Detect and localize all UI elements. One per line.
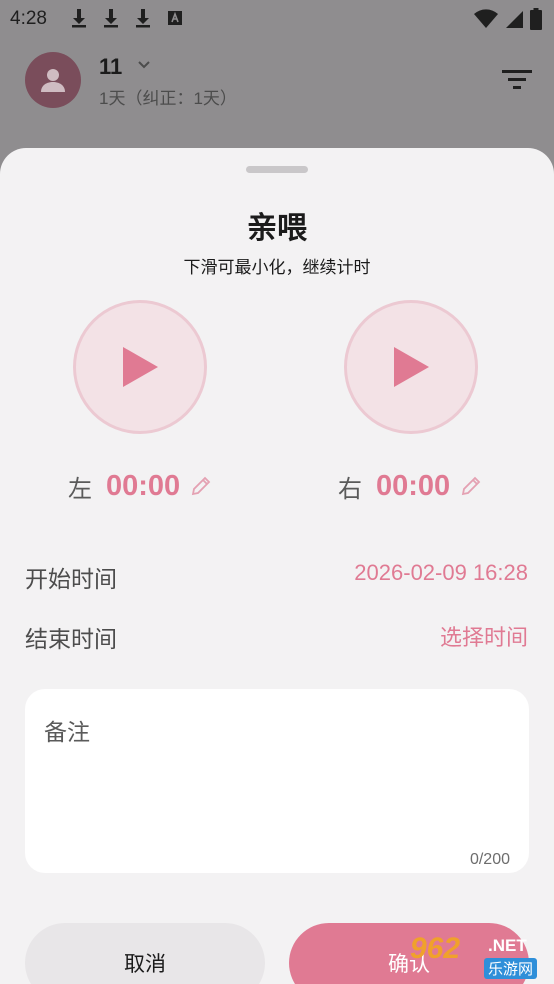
note-placeholder: 备注 <box>44 719 90 745</box>
right-timer: 00:00 <box>376 469 451 502</box>
left-play-button[interactable] <box>73 300 207 434</box>
watermark-number: 962 <box>410 932 461 965</box>
end-time-label: 结束时间 <box>25 626 117 652</box>
edit-icon[interactable] <box>460 475 482 497</box>
watermark-logo: 962 .NET 乐游网 <box>410 932 548 980</box>
left-timer: 00:00 <box>106 469 181 502</box>
chevron-down-icon[interactable] <box>137 60 151 70</box>
note-char-counter: 0/200 <box>469 851 510 868</box>
play-icon <box>123 347 158 387</box>
status-bar: 4:28 <box>0 0 554 38</box>
filter-icon[interactable] <box>502 68 532 92</box>
signal-icon <box>506 11 523 28</box>
watermark-text: 乐游网 <box>484 958 538 979</box>
wifi-icon <box>474 9 498 28</box>
start-time-value[interactable]: 2026-02-09 16:28 <box>354 560 528 586</box>
right-play-button[interactable] <box>344 300 478 434</box>
download-icon <box>72 9 86 28</box>
cancel-button-label: 取消 <box>124 953 166 976</box>
drag-handle[interactable] <box>246 166 308 173</box>
left-label: 左 <box>68 475 92 503</box>
right-side-timer: 右 00:00 <box>338 466 482 506</box>
system-icons <box>474 8 542 30</box>
sheet-title: 亲喂 <box>247 212 307 245</box>
start-time-label: 开始时间 <box>25 566 117 592</box>
right-label: 右 <box>338 475 362 503</box>
baby-age: 1天（纠正：1天） <box>99 89 237 108</box>
status-time: 4:28 <box>10 8 47 29</box>
battery-icon <box>530 8 542 30</box>
person-icon <box>41 69 65 92</box>
notification-icons <box>68 7 186 29</box>
breastfeeding-sheet: 亲喂 下滑可最小化，继续计时 左 00:00 右 00:00 开始时间 2026… <box>0 148 554 984</box>
baby-name[interactable]: 11 <box>99 54 122 80</box>
avatar[interactable] <box>25 52 81 108</box>
edit-icon[interactable] <box>190 475 212 497</box>
play-icon <box>394 347 429 387</box>
end-time-picker[interactable]: 选择时间 <box>440 620 528 652</box>
note-field[interactable]: 备注 0/200 <box>25 689 529 873</box>
download-icon <box>136 9 150 28</box>
top-app-bar: 11 1天（纠正：1天） <box>0 40 554 120</box>
cancel-button[interactable]: 取消 <box>25 923 265 984</box>
watermark-net: .NET <box>488 936 527 955</box>
a-icon <box>168 11 182 25</box>
left-side-timer: 左 00:00 <box>68 466 212 506</box>
sheet-subtitle: 下滑可最小化，继续计时 <box>183 258 371 277</box>
download-icon <box>104 9 118 28</box>
